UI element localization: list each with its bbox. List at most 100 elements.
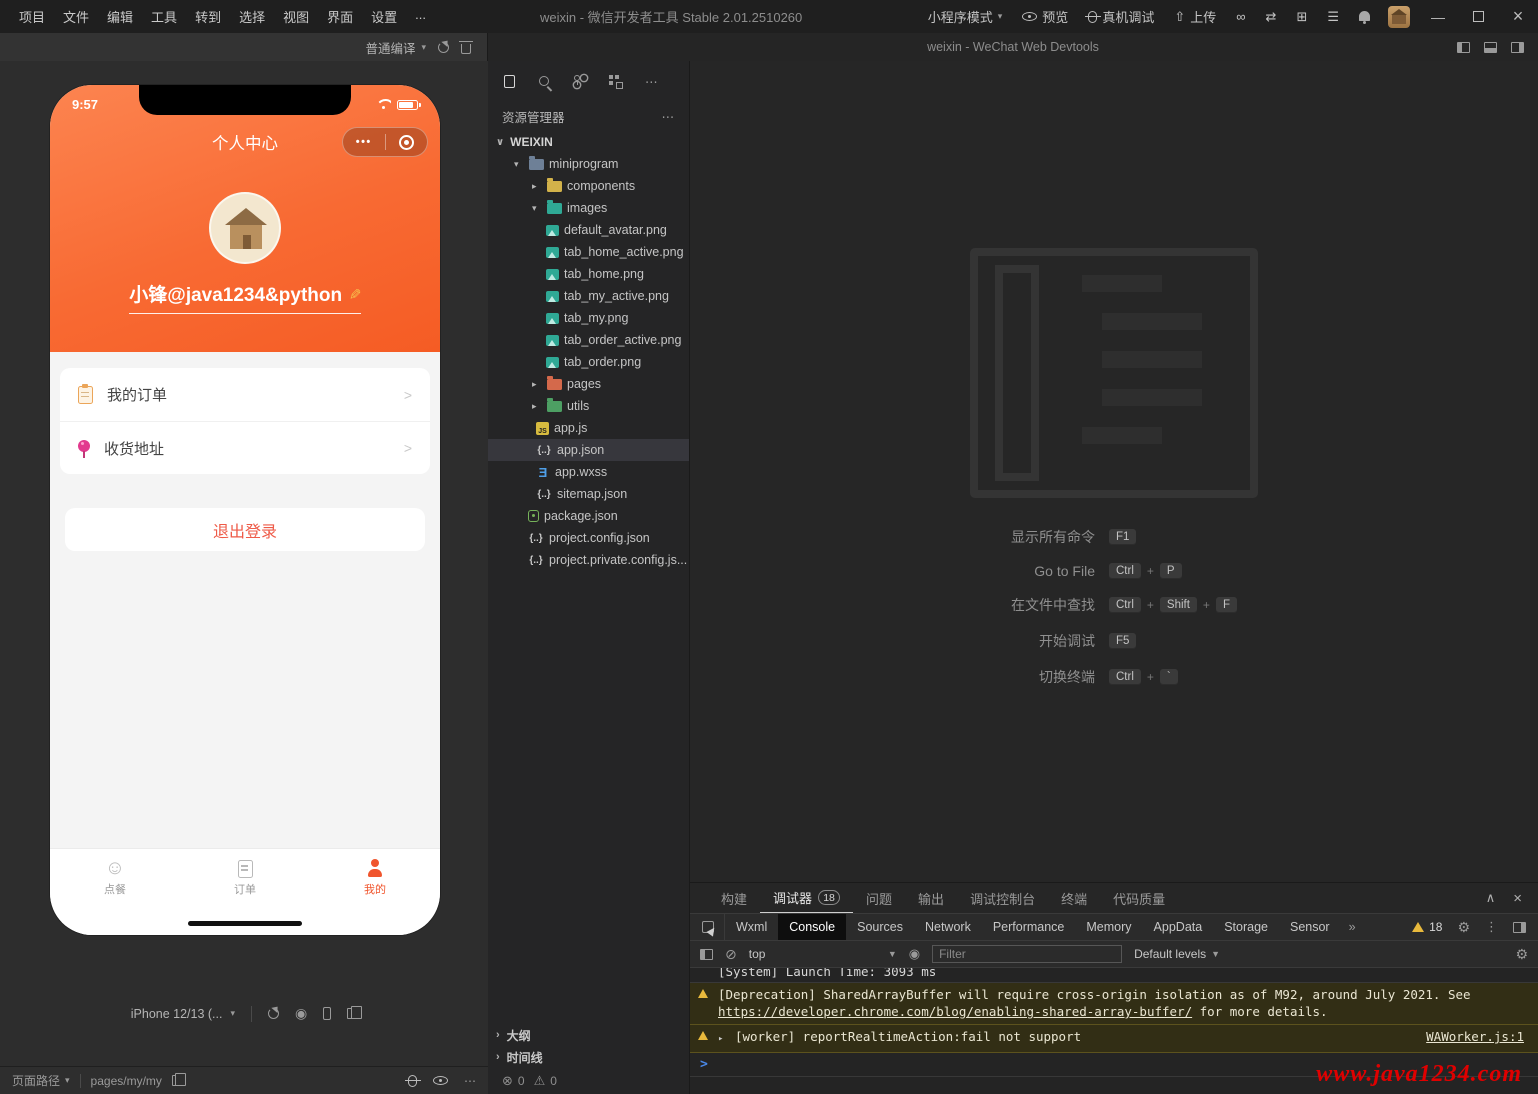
tab-console[interactable]: Console xyxy=(778,914,847,940)
outline-section[interactable]: › 大纲 xyxy=(488,1024,689,1046)
tree-item-miniprogram[interactable]: ▾ miniprogram xyxy=(488,153,689,175)
device-frame-icon[interactable] xyxy=(323,1007,332,1020)
more-dots-icon[interactable]: ⋯ xyxy=(662,109,676,124)
tree-item-package-json[interactable]: package.json xyxy=(488,505,689,527)
tab-debugger[interactable]: 调试器 18 xyxy=(760,883,854,913)
tree-item-app-js[interactable]: JS app.js xyxy=(488,417,689,439)
tab-output[interactable]: 输出 xyxy=(905,883,957,913)
upload-button[interactable]: ⇧ 上传 xyxy=(1164,7,1226,26)
rotate-icon[interactable] xyxy=(268,1008,280,1019)
files-icon[interactable] xyxy=(504,71,518,88)
problems-status[interactable]: ⊗ 0 ⚠ 0 xyxy=(488,1068,689,1094)
bug-icon[interactable] xyxy=(405,1074,421,1087)
menu-interface[interactable]: 界面 xyxy=(318,7,362,26)
tree-item-tab-my-active-png[interactable]: tab_my_active.png xyxy=(488,285,689,307)
preview-button[interactable]: 预览 xyxy=(1012,7,1078,26)
menu-select[interactable]: 选择 xyxy=(230,7,274,26)
tab-performance[interactable]: Performance xyxy=(982,914,1076,940)
tree-item-sitemap-json[interactable]: {..} sitemap.json xyxy=(488,483,689,505)
sync-button[interactable]: ⇄ xyxy=(1256,9,1287,25)
layout-button[interactable]: ⊞ xyxy=(1286,9,1317,25)
username[interactable]: 小锋@java1234&python ✎ xyxy=(129,280,362,314)
console-warning-count[interactable]: 18 xyxy=(1412,920,1442,934)
menu-goto[interactable]: 转到 xyxy=(186,7,230,26)
tree-item-project-config-json[interactable]: {..} project.config.json xyxy=(488,527,689,549)
tab-network[interactable]: Network xyxy=(914,914,982,940)
notifications-button[interactable] xyxy=(1349,10,1380,24)
clear-console-icon[interactable]: ⊘ xyxy=(725,946,737,963)
context-dropdown[interactable]: top ▼ xyxy=(749,947,897,961)
mode-dropdown[interactable]: 小程序模式 ▾ xyxy=(918,7,1013,26)
page-path-dropdown[interactable]: 页面路径 ▾ xyxy=(12,1072,70,1089)
tree-item-app-wxss[interactable]: Ǝapp.wxss xyxy=(488,461,689,483)
record-icon[interactable]: ◉ xyxy=(295,1005,307,1022)
main-menu-button[interactable]: ☰ xyxy=(1317,9,1349,25)
compile-mode-dropdown[interactable]: 普通编译 ▾ xyxy=(365,38,426,57)
more-tabs-icon[interactable]: » xyxy=(1341,920,1364,934)
user-avatar[interactable] xyxy=(1388,5,1410,28)
tree-item-project-private-config[interactable]: {..} project.private.config.js... xyxy=(488,549,689,571)
tree-item-tab-home-active-png[interactable]: tab_home_active.png xyxy=(488,241,689,263)
tree-item-tab-order-active-png[interactable]: tab_order_active.png xyxy=(488,329,689,351)
dock-bottom-icon[interactable] xyxy=(1484,41,1497,53)
close-panel-icon[interactable]: × xyxy=(1513,890,1522,907)
capsule-close-button[interactable] xyxy=(386,134,428,150)
menu-more[interactable]: ... xyxy=(406,7,435,26)
more-dots-icon[interactable]: ••• xyxy=(343,136,385,148)
phone-simulator[interactable]: 9:57 个人中心 ••• 小锋@java1234&python ✎ 我的订单 … xyxy=(50,85,440,935)
source-link[interactable]: WAWorker.js:1 xyxy=(1426,1028,1524,1045)
search-icon[interactable] xyxy=(539,76,549,86)
copy-icon[interactable] xyxy=(171,1072,187,1086)
tree-item-default-avatar-png[interactable]: default_avatar.png xyxy=(488,219,689,241)
console-output[interactable]: [System] Launch Time: 3093 ms [Deprecati… xyxy=(690,968,1538,1094)
console-filter-input[interactable] xyxy=(932,945,1123,963)
profile-avatar[interactable] xyxy=(209,192,281,264)
timeline-section[interactable]: › 时间线 xyxy=(488,1046,689,1068)
eye-icon[interactable] xyxy=(433,1076,448,1085)
tab-sensor[interactable]: Sensor xyxy=(1279,914,1341,940)
menu-item-my-orders[interactable]: 我的订单 > xyxy=(60,368,430,421)
tree-item-app-json[interactable]: {..} app.json xyxy=(488,439,689,461)
tab-wxml[interactable]: Wxml xyxy=(725,914,778,940)
gear-icon[interactable]: ⚙ xyxy=(1457,919,1470,936)
clear-cache-icon[interactable] xyxy=(459,40,473,54)
maximize-button[interactable] xyxy=(1458,0,1498,33)
menu-edit[interactable]: 编辑 xyxy=(98,7,142,26)
tab-mine[interactable]: 我的 xyxy=(310,858,440,907)
tab-terminal[interactable]: 终端 xyxy=(1048,883,1100,913)
tab-problems[interactable]: 问题 xyxy=(853,883,905,913)
device-dropdown[interactable]: iPhone 12/13 (... ▾ xyxy=(131,1007,235,1021)
dock-right-icon[interactable] xyxy=(1511,41,1524,53)
multi-window-icon[interactable] xyxy=(347,1005,362,1019)
eye-watch-icon[interactable]: ◉ xyxy=(909,946,920,962)
menu-item-address[interactable]: 收货地址 > xyxy=(60,421,430,474)
inspect-element-button[interactable] xyxy=(690,914,725,940)
tree-item-tab-order-png[interactable]: tab_order.png xyxy=(488,351,689,373)
more-dots-icon[interactable]: ⋮ xyxy=(1485,919,1498,935)
tab-storage[interactable]: Storage xyxy=(1213,914,1279,940)
tab-sources[interactable]: Sources xyxy=(846,914,914,940)
editor-area[interactable]: 显示所有命令 F1 Go to File Ctrl + P 在文件中查找 Ctr… xyxy=(690,61,1538,882)
source-control-icon[interactable] xyxy=(573,74,585,88)
more-dots-icon[interactable]: ⋯ xyxy=(464,1074,476,1088)
tree-root-weixin[interactable]: ∨ WEIXIN xyxy=(488,131,689,153)
menu-project[interactable]: 项目 xyxy=(10,7,54,26)
tab-build[interactable]: 构建 xyxy=(708,883,760,913)
console-sidebar-icon[interactable] xyxy=(700,948,713,960)
more-dots-icon[interactable]: ⋯ xyxy=(645,74,658,89)
refresh-icon[interactable] xyxy=(438,41,449,53)
console-settings-icon[interactable]: ⚙ xyxy=(1515,946,1528,963)
tree-item-tab-home-png[interactable]: tab_home.png xyxy=(488,263,689,285)
tree-item-images[interactable]: ▾ images xyxy=(488,197,689,219)
logout-button[interactable]: 退出登录 xyxy=(65,508,425,551)
menu-file[interactable]: 文件 xyxy=(54,7,98,26)
tab-code-quality[interactable]: 代码质量 xyxy=(1100,883,1178,913)
tab-debug-console[interactable]: 调试控制台 xyxy=(957,883,1048,913)
deprecation-link[interactable]: https://developer.chrome.com/blog/enabli… xyxy=(718,1004,1192,1019)
menu-tools[interactable]: 工具 xyxy=(142,7,186,26)
collapse-panel-icon[interactable]: ∧ xyxy=(1486,890,1496,907)
expand-triangle-icon[interactable]: ▸ xyxy=(718,1034,723,1044)
tab-appdata[interactable]: AppData xyxy=(1143,914,1214,940)
dock-left-icon[interactable] xyxy=(1457,41,1470,53)
remote-debug-button[interactable]: 真机调试 xyxy=(1078,7,1164,26)
